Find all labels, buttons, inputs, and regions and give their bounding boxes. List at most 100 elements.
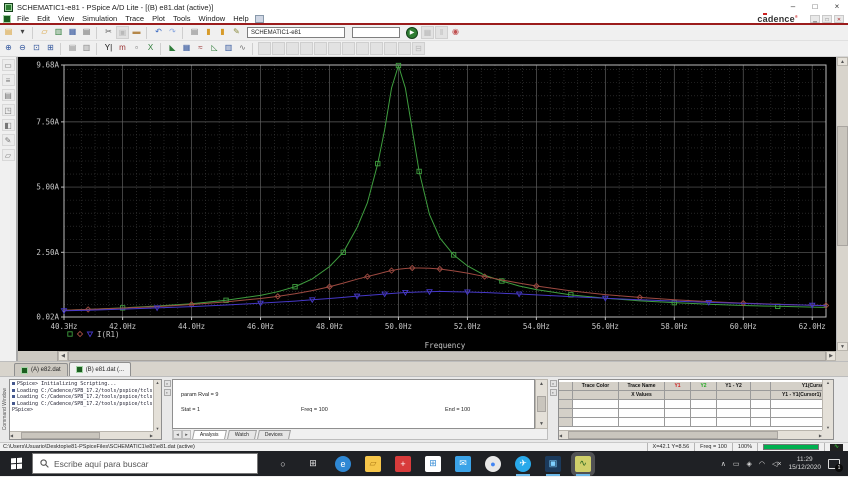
pspice-taskbar-icon[interactable]: ∿ (575, 456, 591, 472)
copy-button[interactable]: ▣ (116, 26, 129, 39)
panel-close-icon[interactable]: × (164, 380, 171, 387)
wave-button[interactable]: ∿ (236, 42, 249, 55)
profile-combobox[interactable] (352, 27, 400, 38)
tab-analysis[interactable]: Analysis (192, 430, 227, 439)
tray-dropbox-icon[interactable]: ◈ (746, 460, 751, 468)
undo-button[interactable]: ↶ (152, 26, 165, 39)
zoom-fit-button[interactable]: ⊞ (44, 42, 57, 55)
scroll-right-icon[interactable]: ▶ (826, 351, 836, 361)
cursor-horizontal-scrollbar[interactable]: ◀▶ (559, 430, 822, 439)
zoom-out-button[interactable]: ⊖ (16, 42, 29, 55)
simulation-vertical-scrollbar[interactable]: ▲▼ (535, 379, 548, 429)
tab-e82-dat[interactable]: (A) e82.dat (14, 363, 68, 376)
cortana-icon[interactable]: ○ (275, 456, 291, 472)
tab-scroll-left-icon[interactable]: ◂ (173, 430, 182, 439)
mark-voltage-button[interactable]: ▮ (202, 26, 215, 39)
dock-splitter[interactable]: × ▪ (548, 377, 558, 442)
menu-item[interactable]: File (13, 14, 33, 23)
zoom-area-button[interactable]: ⊡ (30, 42, 43, 55)
tray-volume-muted-icon[interactable]: ◁× (772, 460, 781, 468)
tray-tablet-icon[interactable]: ▭ (733, 460, 740, 468)
stop-button[interactable]: ◉ (449, 26, 462, 39)
tray-expand-icon[interactable]: ∧ (721, 460, 726, 468)
mark-label-button[interactable] (370, 42, 383, 55)
scripting-toolbar-icon[interactable] (255, 15, 264, 23)
mdi-minimize-button[interactable]: ▁ (810, 15, 820, 23)
taskbar-clock[interactable]: 11:29 15/12/2020 (788, 456, 821, 471)
margin-button[interactable]: ⊟ (412, 42, 425, 55)
taskbar-search-input[interactable]: Escribe aquí para buscar (32, 453, 258, 474)
store-icon[interactable]: ⊞ (425, 456, 441, 472)
new-file-dropdown[interactable]: ▾ (16, 26, 29, 39)
manual-scale-button[interactable]: m (116, 42, 129, 55)
eval-goal-button[interactable]: ▦ (180, 42, 193, 55)
cursor-next-button[interactable] (356, 42, 369, 55)
file-explorer-icon[interactable]: ▱ (365, 456, 381, 472)
paste-button[interactable]: ▬ (130, 26, 143, 39)
mark-current-button[interactable]: ▮ (216, 26, 229, 39)
menu-item[interactable]: Tools (169, 14, 195, 23)
cut-button[interactable]: ✂ (102, 26, 115, 39)
pause-button[interactable]: ▦ (421, 26, 434, 39)
redo-button[interactable]: ↷ (166, 26, 179, 39)
fourier-button[interactable]: ≈ (194, 42, 207, 55)
edit-plot-icon[interactable]: ✎ (2, 134, 15, 146)
edit-profile-button[interactable]: ✎ (230, 26, 243, 39)
cursor-window-button[interactable]: ▥ (80, 42, 93, 55)
chat-app-icon[interactable]: ✈ (515, 456, 531, 472)
plot-vertical-scrollbar[interactable]: ▲ ▼ (836, 57, 848, 351)
menu-item[interactable]: Trace (121, 14, 148, 23)
menu-item[interactable]: View (54, 14, 78, 23)
close-button[interactable]: × (826, 0, 848, 14)
menu-item[interactable]: Simulation (78, 14, 121, 23)
start-button[interactable] (0, 451, 32, 476)
label-line-button[interactable] (398, 42, 411, 55)
command-horizontal-scrollbar[interactable]: ◀▶ (10, 431, 153, 439)
cursor-min-button[interactable] (300, 42, 313, 55)
page-icon[interactable]: ▤ (2, 89, 15, 101)
maximize-button[interactable]: □ (804, 0, 826, 14)
tab-e81-dat[interactable]: (B) e81.dat (... (69, 362, 131, 376)
copy-plot-button[interactable]: ▤ (66, 42, 79, 55)
menu-item[interactable]: Edit (33, 14, 54, 23)
message-viewer-icon[interactable]: ▭ (2, 59, 15, 71)
mail-icon[interactable]: ✉ (455, 456, 471, 472)
script-icon[interactable]: ≡ (2, 74, 15, 86)
open-button[interactable]: ▱ (38, 26, 51, 39)
log-x-axis-button[interactable]: Y| (102, 42, 115, 55)
panel-close-icon[interactable]: × (550, 380, 557, 387)
menu-item[interactable]: Help (229, 14, 252, 23)
plot-window-button[interactable]: ◺ (208, 42, 221, 55)
gift-app-icon[interactable]: + (395, 456, 411, 472)
view-simulation-results-button[interactable]: ▤ (188, 26, 201, 39)
label-text-button[interactable] (384, 42, 397, 55)
plot-window-icon[interactable]: ◳ (2, 104, 15, 116)
chrome-icon[interactable]: ● (485, 456, 501, 472)
tray-network-icon[interactable]: ◠ (759, 460, 765, 468)
plot-horizontal-scrollbar[interactable]: ◀ ▶ (18, 351, 836, 361)
command-vertical-scrollbar[interactable]: ▲▼ (153, 380, 161, 431)
add-trace-button[interactable]: ◣ (166, 42, 179, 55)
new-plot-icon[interactable]: ◧ (2, 119, 15, 131)
folder-icon[interactable]: ▱ (2, 149, 15, 161)
cursor-slope-button[interactable] (286, 42, 299, 55)
scroll-up-icon[interactable]: ▲ (837, 57, 848, 66)
mark-data-points-button[interactable]: ▫ (130, 42, 143, 55)
table-button[interactable]: ▥ (222, 42, 235, 55)
scroll-left-icon[interactable]: ◀ (58, 351, 68, 361)
dock-splitter[interactable]: × ▪ (162, 377, 172, 442)
zoom-in-button[interactable]: ⊕ (2, 42, 15, 55)
cursor-vertical-scrollbar[interactable]: ▲▼ (822, 380, 833, 430)
performance-analysis-button[interactable]: X (144, 42, 157, 55)
cursor-max-button[interactable] (314, 42, 327, 55)
mdi-restore-button[interactable]: □ (822, 15, 832, 23)
document-icon[interactable] (3, 15, 11, 23)
mdi-close-button[interactable]: ✕ (834, 15, 844, 23)
print-button[interactable]: ▤ (80, 26, 93, 39)
append-file-button[interactable]: ▥ (52, 26, 65, 39)
photos-app-icon[interactable]: ▣ (545, 456, 561, 472)
command-output[interactable]: PSpice> Initializing Scripting...Loading… (10, 380, 153, 431)
save-button[interactable]: ▦ (66, 26, 79, 39)
panel-pin-icon[interactable]: ▪ (164, 389, 171, 396)
tab-scroll-right-icon[interactable]: ▸ (182, 430, 191, 439)
